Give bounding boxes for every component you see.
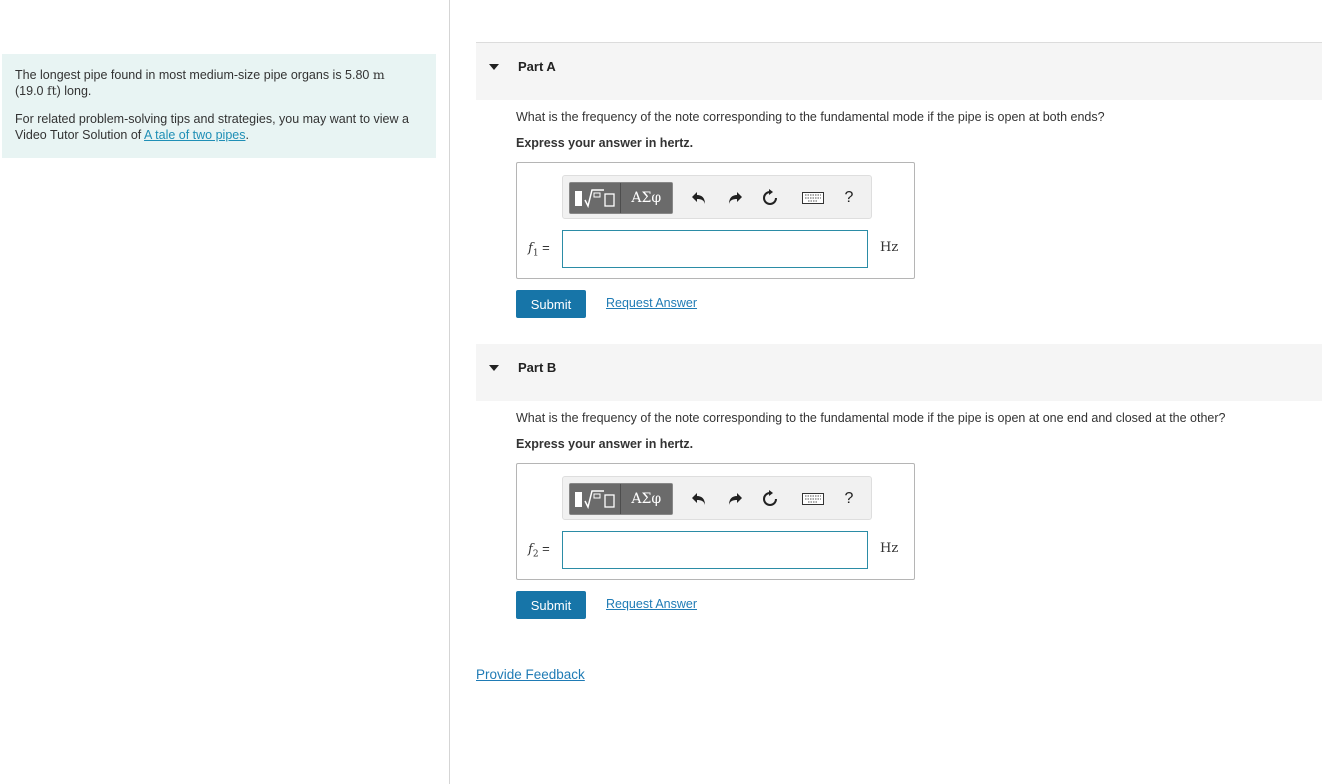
undo-icon[interactable] — [689, 188, 709, 208]
part-a-title: Part A — [518, 59, 556, 74]
collapse-caret-icon[interactable] — [489, 365, 499, 371]
unit-label: Hz — [880, 541, 899, 556]
part-a-header[interactable]: Part A — [476, 43, 1322, 100]
unit-feet: ft — [46, 83, 57, 98]
problem-statement: The longest pipe found in most medium-si… — [15, 67, 424, 99]
problem-panel: The longest pipe found in most medium-si… — [0, 0, 450, 784]
part-a-instruction: Express your answer in hertz. — [516, 136, 694, 150]
equals-sign: = — [538, 541, 550, 556]
reset-icon[interactable] — [760, 188, 780, 208]
tips-statement: For related problem-solving tips and str… — [15, 111, 424, 143]
greek-symbols-button[interactable]: ΑΣφ — [620, 183, 672, 213]
problem-text: ) long. — [56, 84, 92, 98]
templates-button[interactable] — [570, 183, 621, 213]
greek-symbols-button[interactable]: ΑΣφ — [620, 484, 672, 514]
variable-label: f2 = — [528, 541, 550, 560]
undo-icon[interactable] — [689, 489, 709, 509]
templates-icon — [574, 490, 615, 510]
help-icon[interactable]: ? — [839, 489, 859, 509]
collapse-caret-icon[interactable] — [489, 64, 499, 70]
request-answer-link[interactable]: Request Answer — [606, 597, 697, 611]
math-toolbar: ΑΣφ ? — [562, 175, 872, 219]
part-a-question: What is the frequency of the note corres… — [516, 110, 1105, 124]
templates-icon — [574, 189, 615, 209]
problem-text: (19.0 — [15, 84, 47, 98]
part-b-instruction: Express your answer in hertz. — [516, 437, 694, 451]
help-icon[interactable]: ? — [839, 188, 859, 208]
submit-button[interactable]: Submit — [516, 290, 586, 318]
provide-feedback-link[interactable]: Provide Feedback — [476, 667, 585, 682]
unit-label: Hz — [880, 240, 899, 255]
request-answer-link[interactable]: Request Answer — [606, 296, 697, 310]
templates-button[interactable] — [570, 484, 621, 514]
variable-label: f1 = — [528, 240, 550, 259]
answer-input[interactable] — [562, 531, 868, 569]
reset-icon[interactable] — [760, 489, 780, 509]
video-tutor-link[interactable]: A tale of two pipes — [144, 128, 245, 142]
part-b-title: Part B — [518, 360, 557, 375]
part-a-answer-box: ΑΣφ ? f1 = Hz — [516, 162, 915, 279]
part-b-question: What is the frequency of the note corres… — [516, 411, 1226, 425]
keyboard-icon[interactable] — [801, 489, 825, 509]
math-toolbar: ΑΣφ ? — [562, 476, 872, 520]
toolbar-button-group: ΑΣφ — [569, 483, 673, 515]
part-b-answer-box: ΑΣφ ? f2 = Hz — [516, 463, 915, 580]
keyboard-icon[interactable] — [801, 188, 825, 208]
problem-intro: The longest pipe found in most medium-si… — [2, 54, 436, 158]
redo-icon[interactable] — [725, 188, 745, 208]
unit-meters: m — [372, 67, 385, 82]
tips-end: . — [245, 128, 249, 142]
answer-input[interactable] — [562, 230, 868, 268]
submit-button[interactable]: Submit — [516, 591, 586, 619]
problem-text: The longest pipe found in most medium-si… — [15, 68, 373, 82]
part-b-header[interactable]: Part B — [476, 344, 1322, 401]
toolbar-button-group: ΑΣφ — [569, 182, 673, 214]
equals-sign: = — [538, 240, 550, 255]
redo-icon[interactable] — [725, 489, 745, 509]
